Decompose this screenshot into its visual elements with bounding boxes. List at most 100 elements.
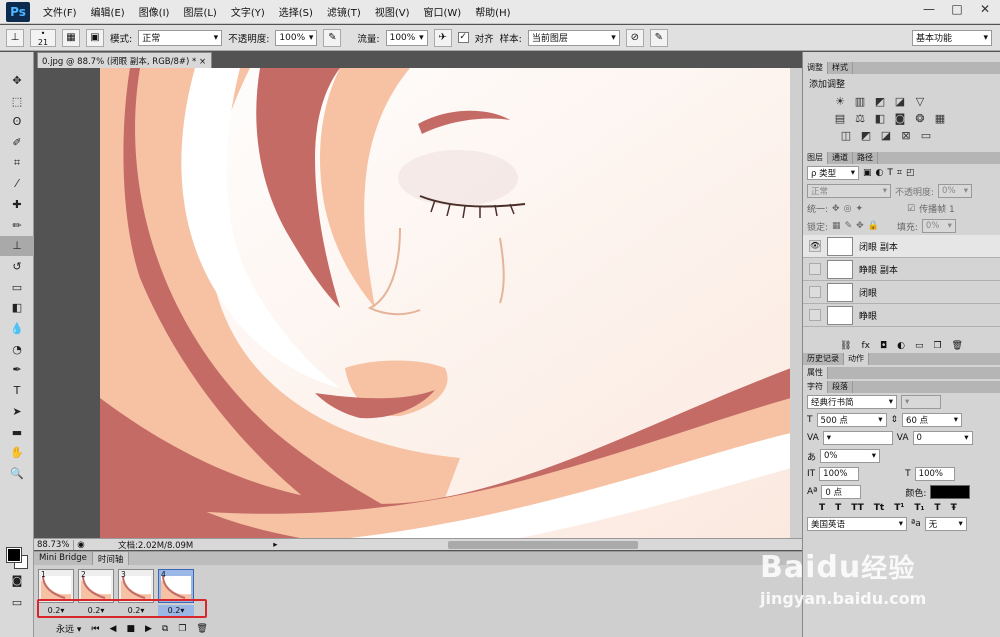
healing-brush-tool-icon[interactable]: ✚: [0, 194, 34, 215]
unify-visibility-icon[interactable]: ◎: [844, 204, 852, 214]
status-menu-arrow-icon[interactable]: ▸: [273, 540, 277, 550]
close-button[interactable]: ✕: [976, 2, 994, 16]
minimize-button[interactable]: —: [920, 2, 938, 16]
tracking-field[interactable]: 0 ▾: [912, 431, 973, 445]
shape-tool-icon[interactable]: ▬: [0, 422, 34, 443]
document-tab[interactable]: 0.jpg @ 88.7% (闭眼 副本, RGB/8#) * ×: [37, 52, 212, 68]
tab-history[interactable]: 历史记录: [803, 353, 844, 365]
menu-window[interactable]: 窗口(W): [416, 4, 468, 19]
filter-adjust-icon[interactable]: ◐: [876, 168, 884, 178]
pressure-opacity-icon[interactable]: ✎: [323, 28, 342, 47]
loop-select[interactable]: 永远 ▾: [56, 622, 81, 635]
font-size-field[interactable]: 500 点 ▾: [816, 413, 887, 427]
info-icon[interactable]: ◉: [74, 540, 88, 550]
fx-icon[interactable]: fx: [861, 341, 870, 351]
hue-saturation-icon[interactable]: ▤: [833, 112, 847, 125]
underline-icon[interactable]: T: [934, 503, 940, 513]
brightness-icon[interactable]: ☀: [833, 95, 847, 108]
layer-row[interactable]: 闭眼: [803, 281, 1000, 304]
filter-pixel-icon[interactable]: ▣: [863, 168, 872, 178]
duplicate-frame-icon[interactable]: ❐: [178, 624, 186, 634]
gradient-map-icon[interactable]: ▭: [919, 129, 933, 142]
photo-filter-icon[interactable]: ◙: [893, 112, 907, 125]
animation-frame-2[interactable]: 2: [78, 569, 114, 603]
menu-view[interactable]: 视图(V): [368, 4, 417, 19]
layer-row[interactable]: 👁 闭眼 副本: [803, 235, 1000, 258]
new-adjustment-icon[interactable]: ◐: [897, 341, 905, 351]
clone-source-icon[interactable]: ▣: [86, 28, 104, 47]
small-caps-icon[interactable]: Tt: [874, 503, 884, 513]
delete-layer-icon[interactable]: 🗑: [952, 341, 963, 351]
workspace-select[interactable]: 基本功能 ▾: [912, 29, 992, 46]
curves-icon[interactable]: ◩: [873, 95, 887, 108]
opacity-field[interactable]: 100% ▾: [275, 29, 318, 46]
invert-icon[interactable]: ◫: [839, 129, 853, 142]
menu-image[interactable]: 图像(I): [132, 4, 177, 19]
next-frame-icon[interactable]: ▶: [145, 624, 152, 634]
eraser-tool-icon[interactable]: ▭: [0, 277, 34, 298]
new-group-icon[interactable]: ▭: [915, 341, 924, 351]
menu-edit[interactable]: 编辑(E): [84, 4, 132, 19]
horizontal-scrollbar[interactable]: [447, 540, 638, 549]
text-color-swatch[interactable]: [930, 485, 971, 499]
font-family-select[interactable]: 经典行书简 ▾: [807, 395, 897, 409]
tab-paragraph[interactable]: 段落: [828, 381, 853, 393]
exposure-icon[interactable]: ◪: [893, 95, 907, 108]
layer-row[interactable]: 睁眼 副本: [803, 258, 1000, 281]
history-brush-tool-icon[interactable]: ↺: [0, 256, 34, 277]
menu-help[interactable]: 帮助(H): [468, 4, 517, 19]
tab-timeline[interactable]: 时间轴: [92, 552, 130, 565]
tab-styles[interactable]: 样式: [828, 62, 853, 74]
tab-channels[interactable]: 通道: [828, 152, 853, 164]
layer-opacity-field[interactable]: 0% ▾: [938, 184, 973, 198]
eye-icon[interactable]: [809, 263, 821, 275]
tab-adjustments[interactable]: 调整: [803, 62, 828, 74]
propagate-checkbox[interactable]: ☑: [907, 204, 915, 214]
menu-type[interactable]: 文字(Y): [224, 4, 272, 19]
font-style-select[interactable]: ▾: [901, 395, 941, 409]
airbrush-icon[interactable]: ✈: [433, 28, 452, 47]
first-frame-icon[interactable]: ⏮: [91, 624, 99, 634]
tab-actions[interactable]: 动作: [844, 353, 869, 365]
flow-field[interactable]: 100% ▾: [385, 29, 428, 46]
tab-paths[interactable]: 路径: [853, 152, 878, 164]
selective-color-icon[interactable]: ⊠: [899, 129, 913, 142]
lock-position-icon[interactable]: ✥: [856, 221, 864, 231]
language-select[interactable]: 美国英语 ▾: [807, 517, 907, 531]
menu-layer[interactable]: 图层(L): [176, 4, 223, 19]
type-tool-icon[interactable]: T: [0, 380, 34, 401]
animation-frame-4[interactable]: 4: [158, 569, 194, 603]
eyedropper-tool-icon[interactable]: ⁄: [0, 173, 34, 194]
vertical-scale-field[interactable]: 100%: [819, 467, 860, 481]
color-balance-icon[interactable]: ⚖: [853, 112, 867, 125]
vibrance-icon[interactable]: ▽: [913, 95, 927, 108]
menu-file[interactable]: 文件(F): [36, 4, 84, 19]
eye-icon[interactable]: [809, 286, 821, 298]
tab-mini-bridge[interactable]: Mini Bridge: [34, 552, 93, 565]
pen-tool-icon[interactable]: ✒: [0, 360, 34, 381]
lock-image-icon[interactable]: ✎: [845, 221, 853, 231]
prev-frame-icon[interactable]: ◀: [110, 624, 117, 634]
faux-italic-icon[interactable]: T: [835, 503, 841, 513]
hand-tool-icon[interactable]: ✋: [0, 442, 34, 463]
superscript-icon[interactable]: T¹: [894, 503, 904, 513]
tsume-field[interactable]: 0% ▾: [820, 449, 881, 463]
vertical-scrollbar[interactable]: [790, 68, 802, 538]
paint-bucket-tool-icon[interactable]: ◧: [0, 298, 34, 319]
add-mask-icon[interactable]: ◘: [880, 341, 887, 351]
tab-layers[interactable]: 图层: [803, 152, 828, 164]
posterize-icon[interactable]: ◩: [859, 129, 873, 142]
clone-stamp-tool-icon[interactable]: ⊥: [0, 235, 34, 257]
strikethrough-icon[interactable]: Ŧ: [951, 503, 957, 513]
pressure-size-icon[interactable]: ✎: [649, 28, 668, 47]
foreground-color-swatch[interactable]: [6, 547, 22, 563]
black-white-icon[interactable]: ◧: [873, 112, 887, 125]
marquee-tool-icon[interactable]: ⬚: [0, 91, 34, 112]
blur-tool-icon[interactable]: 💧: [0, 318, 34, 339]
layer-row[interactable]: 睁眼: [803, 304, 1000, 327]
unify-style-icon[interactable]: ✦: [855, 204, 863, 214]
blend-mode-select[interactable]: 正常 ▾: [807, 184, 891, 198]
animation-frame-1[interactable]: 1: [38, 569, 74, 603]
eye-icon[interactable]: [809, 309, 821, 321]
layer-filter-select[interactable]: ρ 类型 ▾: [807, 166, 859, 180]
